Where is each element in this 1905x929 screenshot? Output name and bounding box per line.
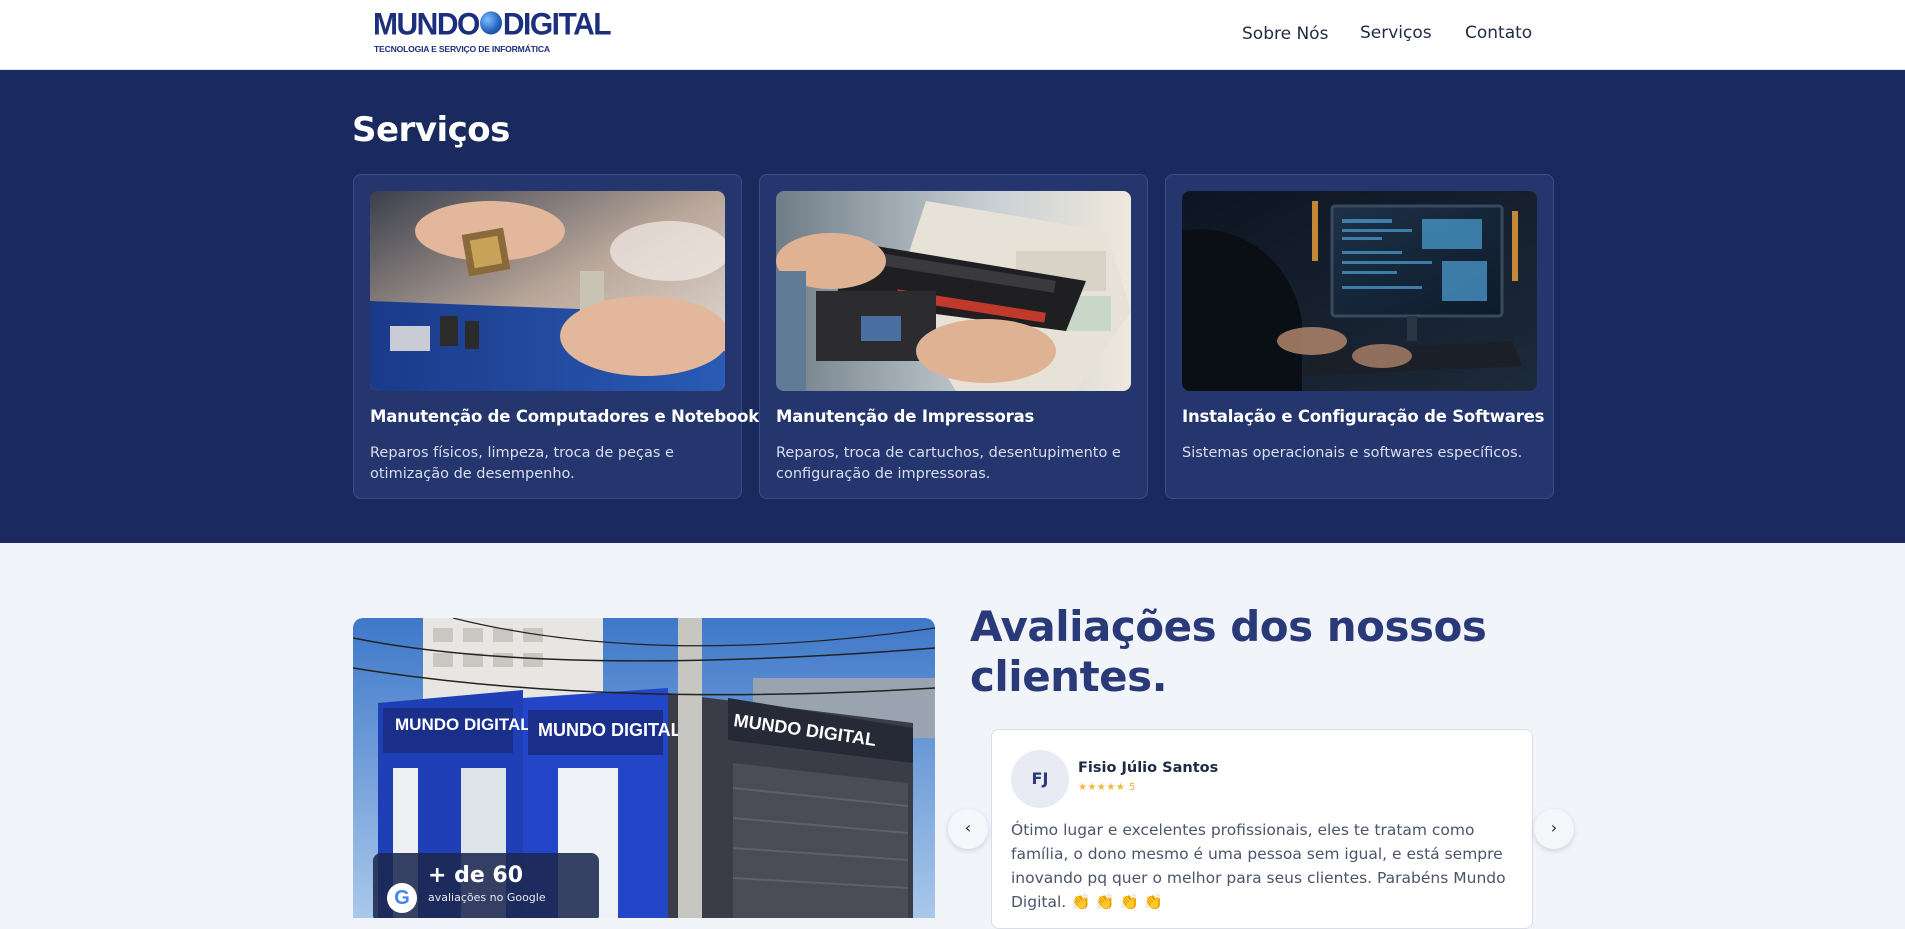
svg-text:MUNDO DIGITAL: MUNDO DIGITAL (395, 715, 531, 734)
person-at-computer-monitor-photo (1182, 191, 1537, 391)
reviews-count-label: avaliações no Google (428, 891, 546, 904)
logo-word-1: MUNDO (373, 7, 480, 42)
reviews-count: + de 60 (428, 863, 524, 888)
logo-word-2: DIGITAL (502, 7, 612, 42)
service-image (1182, 191, 1537, 391)
hands-printer-toner-photo (776, 191, 1131, 391)
service-title: Instalação e Configuração de Softwares (1182, 407, 1545, 426)
service-image (776, 191, 1131, 391)
nav-servicos[interactable]: Serviços (1360, 23, 1432, 43)
services-section: Serviços Manutenção de Computadores e No… (0, 70, 1905, 543)
service-description: Reparos, troca de cartuchos, desentupime… (776, 445, 1121, 482)
google-icon: G (387, 883, 417, 913)
service-image (370, 191, 725, 391)
logo-tagline: TECNOLOGIA E SERVIÇO DE INFORMÁTICA (374, 44, 550, 54)
review-text: Ótimo lugar e excelentes profissionais, … (1011, 821, 1506, 911)
reviewer-name: Fisio Júlio Santos (1078, 760, 1219, 776)
avatar: FJ (1011, 750, 1069, 808)
carousel-prev-button[interactable]: ‹ (948, 809, 988, 849)
carousel-next-button[interactable]: › (1534, 809, 1574, 849)
logo[interactable]: MUNDO DIGITAL TECNOLOGIA E SERVIÇO DE INF… (373, 7, 612, 58)
svg-text:MUNDO DIGITAL: MUNDO DIGITAL (538, 720, 682, 740)
service-card[interactable]: Manutenção de Computadores e Notebooks R… (353, 174, 769, 499)
review-card: FJ Fisio Júlio Santos ★★★★★ 5 Ótimo luga… (991, 729, 1533, 929)
service-description: Reparos físicos, limpeza, troca de peças… (370, 445, 674, 482)
site-header: MUNDO DIGITAL TECNOLOGIA E SERVIÇO DE INF… (0, 0, 1905, 70)
service-card[interactable]: Instalação e Configuração de Softwares S… (1165, 174, 1554, 499)
logo-wordmark: MUNDO DIGITAL (373, 7, 612, 43)
service-card[interactable]: Manutenção de Impressoras Reparos, troca… (759, 174, 1148, 499)
google-reviews-badge: G + de 60 avaliações no Google (373, 853, 599, 918)
nav-sobre-nos[interactable]: Sobre Nós (1242, 24, 1328, 44)
globe-icon (479, 11, 502, 35)
nav-contato[interactable]: Contato (1465, 23, 1532, 43)
star-rating: ★★★★★ 5 (1078, 782, 1136, 793)
hands-cpu-motherboard-photo (370, 191, 725, 391)
store-photo: MUNDO DIGITAL MUNDO DIGITAL MUNDO DIGITA… (353, 618, 935, 918)
service-title: Manutenção de Computadores e Notebooks (370, 407, 769, 426)
section-title: Serviços (352, 110, 510, 150)
service-title: Manutenção de Impressoras (776, 407, 1035, 426)
service-description: Sistemas operacionais e softwares especí… (1182, 445, 1523, 461)
reviews-heading: Avaliações dos nossos clientes. (970, 602, 1487, 701)
